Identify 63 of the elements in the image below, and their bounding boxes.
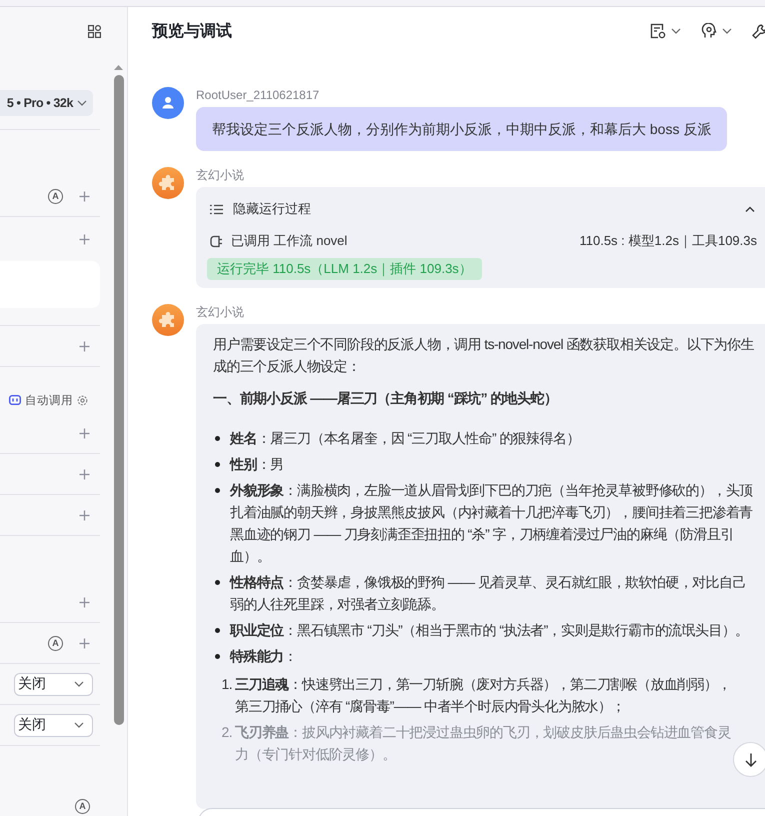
workflow-call-label: 已调用 工作流 novel (231, 232, 348, 250)
list-item-text: 三刀追魂：快速劈出三刀，第一刀斩腕（废对方兵器），第二刀割喉（放血削弱），第三刀捅心（淬有 “腐骨毒”—— 中者半个时辰内骨头化为脓水）； (235, 675, 732, 716)
bullet-icon (215, 628, 220, 633)
list-item-text: 职业定位：黑石镇黑市 “刀头”（相当于黑市的 “执法者”，实则是欺行霸市的流氓头目）。 (230, 621, 749, 640)
list-item-text: 飞刃养蛊：披风内衬藏着二十把浸过蛊虫卵的飞刃，划破皮肤后蛊虫会钻进血管食灵力（专门针对低阶灵修）。 (235, 723, 732, 764)
plus-icon[interactable] (79, 234, 90, 244)
bullet-icon (215, 488, 220, 493)
puzzle-avatar-icon (152, 167, 184, 199)
author-name: RootUser_2110621817 (196, 87, 320, 103)
auto-badge: A (48, 636, 63, 650)
puzzle-avatar-icon (152, 304, 184, 336)
dropdown-select[interactable]: 关闭 (14, 714, 93, 736)
message-bubble: 帮我设定三个反派人物，分别作为前期小反派，中期中反派，和幕后大 boss 反派 (196, 107, 728, 151)
chevron-icon (77, 100, 87, 106)
gear-icon[interactable] (77, 394, 88, 406)
plus-icon[interactable] (79, 428, 90, 438)
scroll-up-icon[interactable] (114, 65, 123, 70)
dropdown-select[interactable]: 关闭 (14, 672, 93, 696)
list-item-text: 姓名：屠三刀（本名屠奎，因 “三刀取人性命” 的狠辣得名） (230, 429, 580, 448)
timing-text: 110.5s : 模型1.2s｜工具109.3s (579, 232, 757, 250)
bullet-icon (215, 462, 220, 467)
wrench-icon[interactable] (752, 24, 765, 38)
grid-icon[interactable] (88, 24, 101, 38)
answer-paragraph: 用户需要设定三个不同阶段的反派人物，调用 ts-novel-novel 函数获取相关设定。以下为你生成的三个反派人物设定： (213, 335, 755, 376)
bullet-icon (215, 654, 220, 659)
plus-icon[interactable] (79, 468, 90, 480)
scrollbar-thumb[interactable] (114, 75, 124, 725)
arrow-down-icon (744, 752, 756, 766)
chevron-icon (74, 681, 84, 687)
list-item-text: 性别：男 (230, 455, 284, 474)
chevron-icon (671, 28, 681, 34)
document-gear-icon (650, 23, 666, 39)
plus-icon[interactable] (79, 340, 90, 352)
chevron-icon (722, 28, 732, 34)
hide-process-toggle[interactable]: 隐藏运行过程 (210, 200, 311, 218)
bullet-icon (215, 436, 220, 441)
list-number: 1. (220, 675, 232, 694)
head-gear-icon (701, 23, 717, 39)
author-name: 玄幻小说 (196, 167, 245, 183)
section-heading: 一、前期小反派 ——屠三刀（主角初期 “踩坑” 的地头蛇） (213, 389, 558, 408)
plus-icon[interactable] (79, 596, 90, 608)
bullet-icon (215, 580, 220, 585)
robot-icon (9, 395, 21, 405)
plus-icon[interactable] (79, 190, 90, 202)
auto-call-label: 自动调用 (25, 394, 73, 408)
author-name: 玄幻小说 (196, 304, 245, 320)
list-number: 2. (220, 723, 232, 742)
plus-icon[interactable] (79, 638, 90, 648)
auto-badge: A (75, 798, 90, 814)
status-badge: 运行完毕 110.5s（LLM 1.2s｜插件 109.3s） (207, 258, 482, 280)
user-avatar-icon (152, 87, 184, 119)
list-item-text: 外貌形象：满脸横肉，左脸一道从眉骨划到下巴的刀疤（当年抢灵草被野修砍的），头顶扎着油腻的朝天辫，身披黑熊皮披风（内衬藏着十几把淬毒飞刃），腰间挂着三把渗着青黑血迹的钢刀 —— 刀身刻满歪歪扭扭的 “杀” 字，刀柄缠着浸过尸油的麻绳（防滑且引血）。 (230, 481, 754, 566)
voice-settings-button[interactable] (701, 23, 732, 39)
panel-title: 预览与调试 (152, 22, 232, 42)
plus-icon[interactable] (79, 510, 90, 520)
model-select[interactable]: 5 • Pro • 32k (0, 90, 93, 116)
auto-badge: A (48, 188, 63, 204)
workflow-icon (210, 234, 223, 248)
document-settings-button[interactable] (650, 23, 681, 39)
list-icon (210, 204, 223, 214)
list-item-text: 特殊能力： (230, 647, 298, 666)
chevron-icon (74, 722, 84, 728)
list-item-text: 性格特点：贪婪暴虐，像饿极的野狗 —— 见着灵草、灵石就红眼，欺软怕硬，对比自己弱的人往死里踩，对强者立刻跪舔。 (230, 573, 747, 614)
